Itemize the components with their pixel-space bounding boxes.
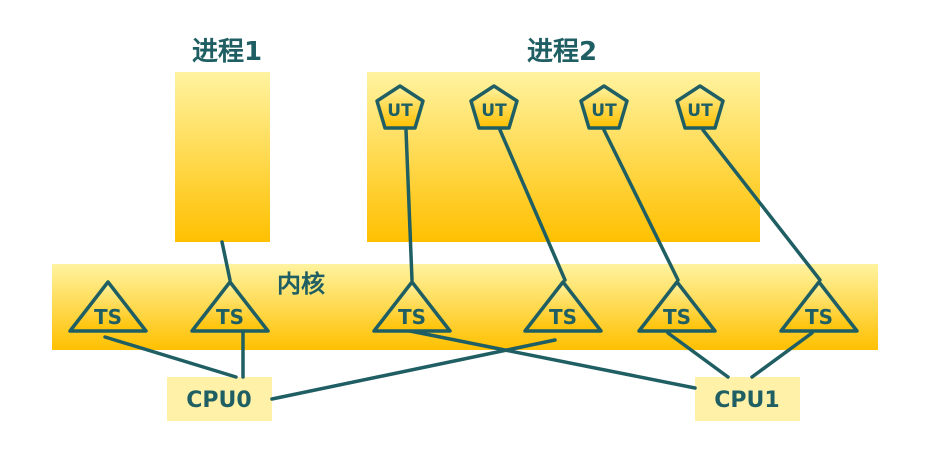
ts-label: TS [398,305,426,329]
ut-label: UT [591,101,617,121]
process1-title: 进程1 [192,37,262,67]
thread-model-diagram: 进程1 进程2 内核 CPU0 CPU1 UT UT UT UT TS TS T… [52,37,878,421]
ut-label: UT [687,101,713,121]
kernel-title: 内核 [277,270,325,298]
cpu0-label: CPU0 [186,388,251,413]
ut-label: UT [481,101,507,121]
ut-label: UT [387,101,413,121]
ts-label: TS [805,305,833,329]
kernel-box [52,264,878,350]
ts-label: TS [663,305,691,329]
ts-label: TS [549,305,577,329]
cpu1-label: CPU1 [714,388,779,413]
process2-title: 进程2 [527,37,597,67]
ts-label: TS [216,305,244,329]
ts-label: TS [94,305,122,329]
process1-box [175,72,270,242]
